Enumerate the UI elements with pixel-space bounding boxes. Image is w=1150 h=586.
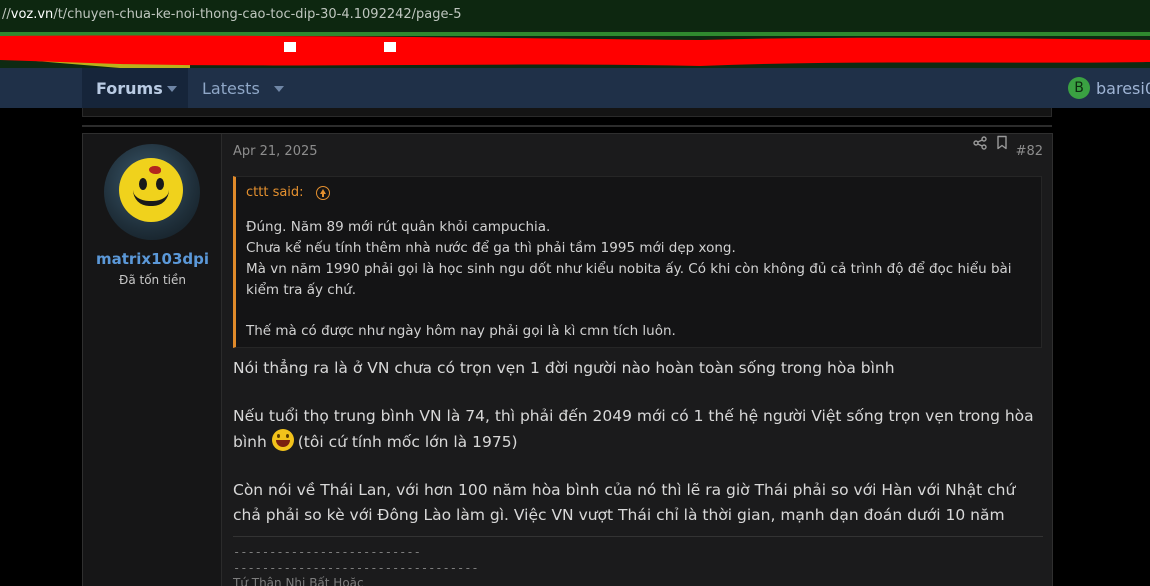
post-number[interactable]: #82 xyxy=(1016,144,1043,159)
quote-line: Thế mà có được như ngày hôm nay phải gọi… xyxy=(246,323,676,339)
quote-body: Đúng. Năm 89 mới rút quân khỏi campuchia… xyxy=(246,217,1036,342)
post-paragraph: Còn nói về Thái Lan, với hơn 100 năm hòa… xyxy=(233,481,1016,524)
signature-text: Tứ Thân Nhi Bất Hoặc xyxy=(233,576,364,586)
post-text: (tôi cứ tính mốc lớn là 1975) xyxy=(297,433,518,451)
post-user-panel: matrix103dpi Đã tốn tiền xyxy=(83,134,222,586)
tab-latests[interactable]: Latests xyxy=(202,68,302,108)
tab-latests-label: Latests xyxy=(202,79,260,98)
signature-rule: -------------------------- xyxy=(233,545,421,559)
divider xyxy=(82,125,1052,127)
account-menu[interactable]: B baresi0 xyxy=(1068,68,1150,108)
url-host: voz.vn xyxy=(10,7,54,22)
chevron-down-icon[interactable] xyxy=(274,86,284,92)
content-frame xyxy=(82,108,1052,117)
post-date[interactable]: Apr 21, 2025 xyxy=(233,144,318,159)
post: matrix103dpi Đã tốn tiền Apr 21, 2025 #8… xyxy=(82,133,1053,586)
chevron-down-icon[interactable] xyxy=(167,86,177,92)
address-bar[interactable]: //voz.vn/t/chuyen-chua-ke-noi-thong-cao-… xyxy=(0,0,1150,30)
post-main: Apr 21, 2025 #82 cttt said: Đúng. Năm 89… xyxy=(223,134,1053,586)
signature-divider xyxy=(233,536,1043,537)
signature-rules: -------------------------- -------------… xyxy=(233,544,933,576)
tab-forums[interactable]: Forums xyxy=(82,68,188,108)
post-author-username[interactable]: matrix103dpi xyxy=(83,250,222,268)
laughing-emoji-icon xyxy=(271,429,294,451)
quote-line: Mà vn năm 1990 phải gọi là học sinh ngu … xyxy=(246,261,1012,298)
tab-forums-label: Forums xyxy=(96,79,163,98)
redaction-scribble xyxy=(0,30,1150,70)
url-prefix: // xyxy=(2,7,11,22)
post-body: Nói thẳng ra là ở VN chưa có trọn vẹn 1 … xyxy=(233,356,1048,528)
avatar: B xyxy=(1068,77,1090,99)
quote-line: Đúng. Năm 89 mới rút quân khỏi campuchia… xyxy=(246,219,551,235)
quote-line: Chưa kể nếu tính thêm nhà nước để ga thì… xyxy=(246,240,736,256)
quote-block: cttt said: Đúng. Năm 89 mới rút quân khỏ… xyxy=(233,176,1042,348)
account-username: baresi0 xyxy=(1096,79,1150,98)
avatar[interactable] xyxy=(104,144,200,240)
url-path: /t/chuyen-chua-ke-noi-thong-cao-toc-dip-… xyxy=(53,7,462,22)
post-actions: #82 xyxy=(1003,144,1043,162)
signature-rule: ---------------------------------- xyxy=(233,561,479,575)
smiley-face-icon xyxy=(119,158,183,222)
post-paragraph: Nếu tuổi thọ trung bình VN là 74, thì ph… xyxy=(233,404,1048,455)
forum-navbar: Forums Latests B baresi0 xyxy=(0,68,1150,108)
post-paragraph: Nói thẳng ra là ở VN chưa có trọn vẹn 1 … xyxy=(233,359,895,377)
post-author-title: Đã tốn tiền xyxy=(119,273,186,287)
share-icon[interactable] xyxy=(973,136,987,150)
arrow-up-circle-icon[interactable] xyxy=(316,186,330,200)
quote-author[interactable]: cttt said: xyxy=(246,185,304,200)
